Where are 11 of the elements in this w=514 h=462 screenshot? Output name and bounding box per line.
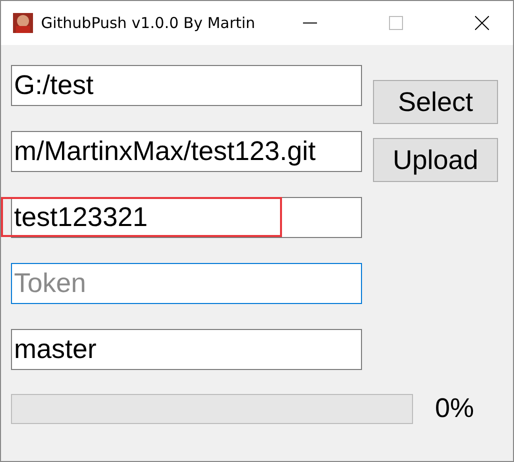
select-button[interactable]: Select — [373, 80, 498, 124]
input-field[interactable]: master — [11, 329, 362, 370]
input-field[interactable]: G:/test — [11, 65, 362, 106]
app-icon — [13, 13, 33, 33]
window-title: GithubPush v1.0.0 By Martin — [41, 14, 256, 32]
input-field[interactable]: Token — [11, 263, 362, 304]
progress-percent: 0% — [435, 393, 474, 424]
input-field[interactable]: m/MartinxMax/test123.git — [11, 131, 362, 172]
input-field[interactable]: test123321 — [11, 197, 362, 238]
upload-button[interactable]: Upload — [373, 138, 498, 182]
close-icon[interactable] — [475, 16, 489, 30]
